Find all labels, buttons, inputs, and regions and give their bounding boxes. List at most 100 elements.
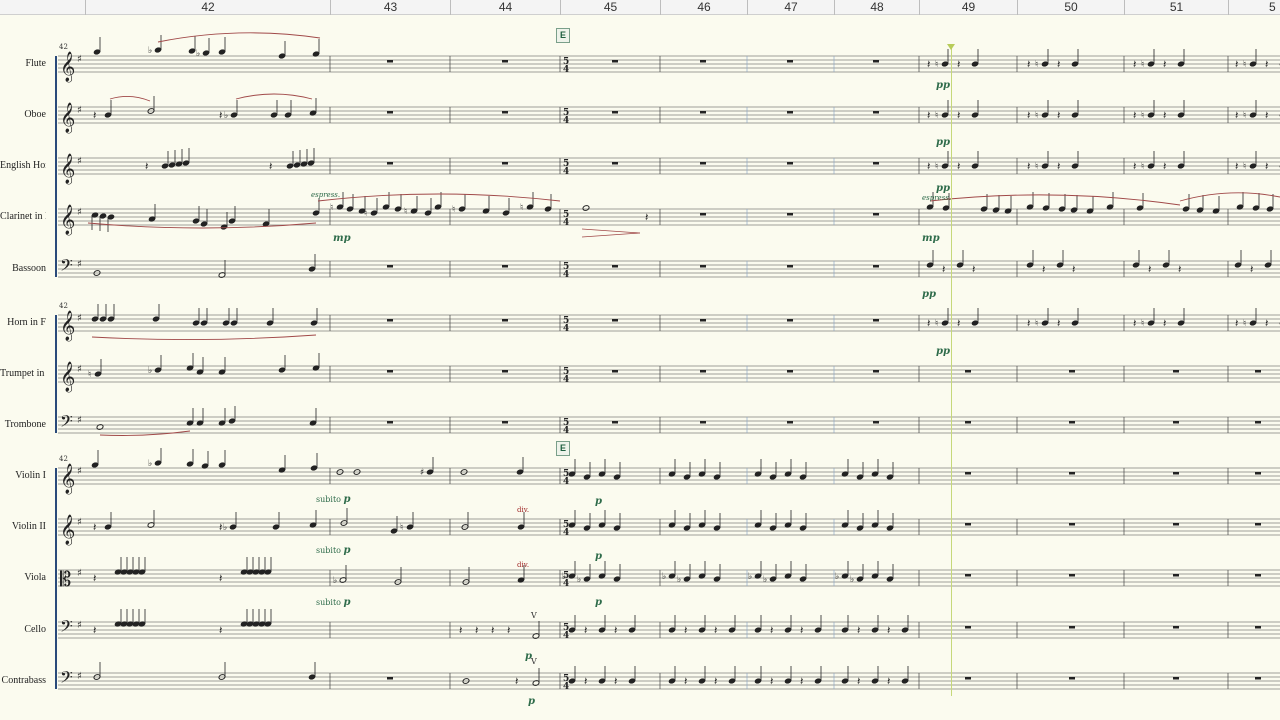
playback-cursor-handle[interactable] [947, 44, 955, 50]
measure-rest [612, 162, 618, 165]
accidental: ♮ [935, 60, 938, 70]
measure-rest [387, 111, 393, 114]
instrument-label[interactable]: Oboe [0, 109, 46, 120]
expressivo-clarinet-49[interactable]: espress. [922, 194, 951, 202]
accidental: ♮ [1141, 60, 1144, 70]
dynamic-mp-clarinet-43[interactable]: mp [333, 233, 351, 244]
instrument-label[interactable]: Cello [0, 624, 46, 635]
dynamic-pp-flute[interactable]: pp [936, 80, 950, 91]
dynamic-subito-p-viola[interactable]: subito p [316, 597, 351, 608]
rehearsal-mark-strings[interactable]: E [556, 441, 570, 456]
quarter-rest: 𝄽 [927, 160, 930, 173]
instrument-label[interactable]: Violin I [0, 470, 46, 481]
dynamic-subito-p-violin1[interactable]: subito p [316, 494, 351, 505]
quarter-rest: 𝄽 [1057, 58, 1060, 71]
playback-cursor[interactable] [951, 46, 952, 696]
quarter-rest: 𝄽 [93, 624, 96, 637]
instrument-label[interactable]: Contrabass [0, 675, 46, 686]
measure-rest [787, 111, 793, 114]
measure-rest [787, 60, 793, 63]
quarter-rest: 𝄽 [1265, 160, 1268, 173]
score-canvas[interactable]: 𝄞 ♯ 5442𝄞 ♯ 54𝄞 ♯ 54𝄞 ♯ 54𝄢 ♯ 54𝄞 ♯ 5442𝄞 ♯ 54𝄢 ♯ 54𝄞 ♯ 54… [0, 0, 1280, 720]
instrument-label[interactable]: Bassoon [0, 263, 46, 274]
accidental: ♮ [1243, 60, 1246, 70]
quarter-rest: 𝄽 [1057, 160, 1060, 173]
accidental: ♮ [1243, 162, 1246, 172]
rehearsal-mark-winds[interactable]: E [556, 28, 570, 43]
bass-clef-icon: 𝄢 [60, 255, 73, 279]
accidental: ♭ [148, 46, 152, 56]
bass-clef-icon: 𝄢 [60, 616, 73, 640]
key-signature: ♯ [77, 671, 82, 682]
dynamic-mp-clarinet-49[interactable]: mp [922, 233, 940, 244]
upbow-contrabass[interactable]: V [531, 657, 537, 666]
quarter-rest: 𝄽 [1027, 109, 1030, 122]
quarter-rest: 𝄽 [770, 624, 773, 637]
staff-11[interactable]: 𝄡 ♯ 54 [58, 567, 1280, 591]
divisi-violin2[interactable]: div. [517, 506, 529, 514]
instrument-label[interactable]: Flute [0, 58, 46, 69]
dynamic-subito-p-violin2[interactable]: subito p [316, 545, 351, 556]
dynamic-pp-bassoon[interactable]: pp [922, 289, 936, 300]
accidental: ♭ [333, 576, 337, 586]
staff-1[interactable]: 𝄞 ♯ 5442 [58, 43, 1280, 83]
instrument-label[interactable]: Viola [0, 572, 46, 583]
instrument-label[interactable]: Horn in F [0, 317, 46, 328]
staff-4[interactable]: 𝄞 ♯ 54 [58, 204, 1280, 236]
key-signature: ♯ [77, 105, 82, 116]
dynamic-p-viola[interactable]: p [595, 597, 602, 608]
measure-rest [1069, 472, 1075, 475]
dynamic-p-violin1[interactable]: p [595, 496, 602, 507]
accidental: ♯ [420, 468, 424, 478]
quarter-rest: 𝄽 [770, 675, 773, 688]
key-signature: ♯ [77, 466, 82, 477]
quarter-rest: 𝄽 [1027, 58, 1030, 71]
dynamic-pp-horn[interactable]: pp [936, 346, 950, 357]
quarter-rest: 𝄽 [145, 160, 148, 173]
dynamic-pp-oboe[interactable]: pp [936, 137, 950, 148]
staff-5[interactable]: 𝄢 ♯ 54 [58, 255, 1280, 280]
key-signature: ♯ [77, 620, 82, 631]
quarter-rest: 𝄽 [219, 572, 222, 585]
upbow-cello[interactable]: V [531, 611, 537, 620]
key-signature: ♯ [77, 517, 82, 528]
staff-8[interactable]: 𝄢 ♯ 54 [58, 411, 1280, 436]
staff-6[interactable]: 𝄞 ♯ 5442 [58, 302, 1280, 342]
staff-12[interactable]: 𝄢 ♯ 54 [58, 616, 1280, 641]
time-signature-bottom: 4 [563, 218, 569, 228]
dynamic-p-violin2[interactable]: p [595, 551, 602, 562]
measure-rest [387, 421, 393, 424]
measure-rest [873, 213, 879, 216]
quarter-rest: 𝄽 [714, 624, 717, 637]
quarter-rest: 𝄽 [1163, 317, 1166, 330]
quarter-rest: 𝄽 [93, 109, 96, 122]
divisi-viola[interactable]: div. [517, 561, 529, 569]
quarter-rest: 𝄽 [1163, 109, 1166, 122]
accidental: ♮ [88, 370, 91, 380]
measure-rest [787, 421, 793, 424]
staff-3[interactable]: 𝄞 ♯ 54 [58, 153, 1280, 185]
instrument-label[interactable]: Trumpet in B♭ [0, 368, 46, 379]
measure-rest [873, 162, 879, 165]
instrument-label[interactable]: Trombone [0, 419, 46, 430]
accidental: ♮ [935, 319, 938, 329]
dynamic-p-contrabass[interactable]: p [528, 696, 535, 707]
system-measure-number: 42 [59, 302, 68, 310]
staff-13[interactable]: 𝄢 ♯ 54 [58, 667, 1280, 692]
quarter-rest: 𝄽 [1178, 263, 1181, 276]
staff-7[interactable]: 𝄞 ♯ 54 [58, 361, 1280, 393]
measure-rest [1173, 370, 1179, 373]
instrument-label[interactable]: Violin II [0, 521, 46, 532]
instrument-label[interactable]: English Horn [0, 160, 46, 171]
instrument-label[interactable]: Clarinet in B♭ [0, 211, 46, 222]
staff-10[interactable]: 𝄞 ♯ 54 [58, 514, 1280, 546]
staff-2[interactable]: 𝄞 ♯ 54 [58, 102, 1280, 134]
measure-rest [502, 319, 508, 322]
quarter-rest: 𝄽 [972, 263, 975, 276]
dynamic-pp-english-horn[interactable]: pp [936, 183, 950, 194]
hairpin [581, 228, 641, 234]
quarter-rest: 𝄽 [1133, 160, 1136, 173]
expressivo-clarinet-43[interactable]: espress. [311, 191, 340, 199]
measure-rest [1173, 626, 1179, 629]
accidental: ♭ [763, 575, 767, 585]
